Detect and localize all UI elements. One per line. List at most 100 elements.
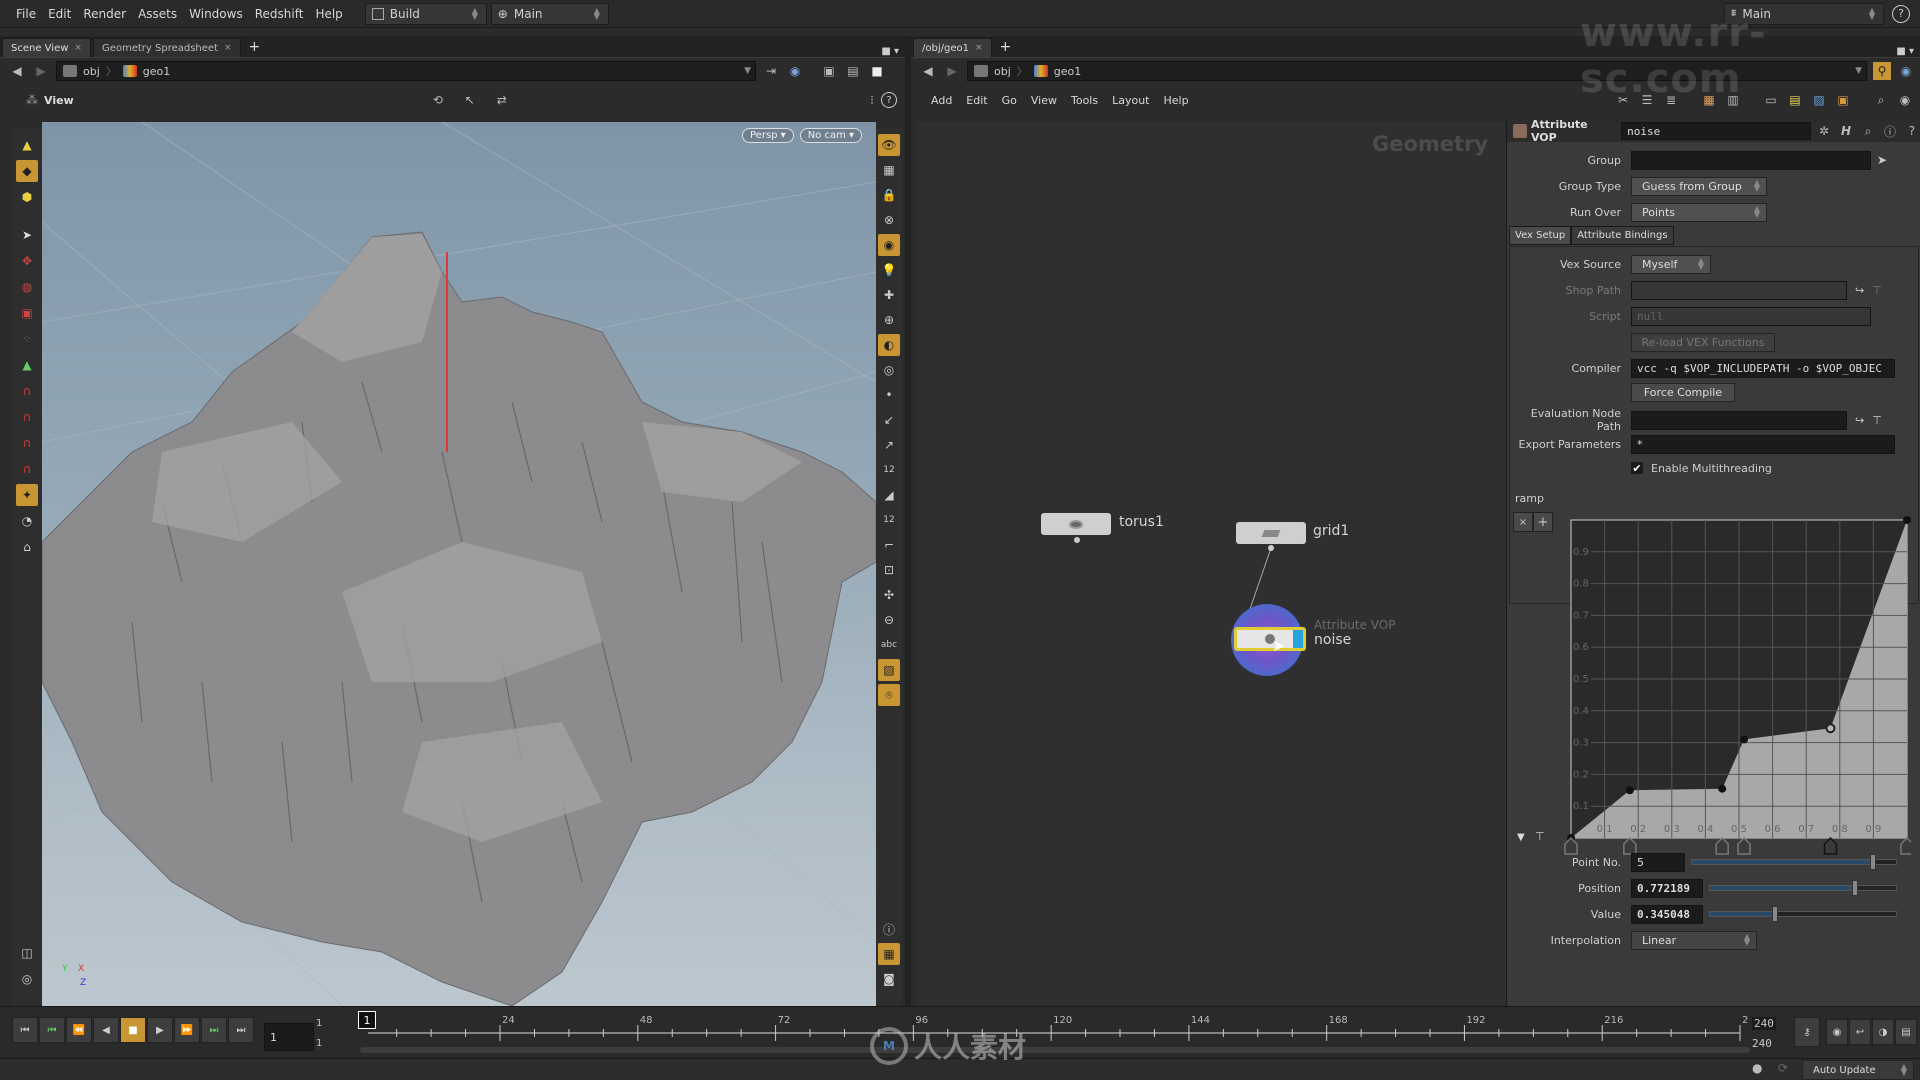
- grid1-output-dot[interactable]: [1268, 545, 1274, 551]
- pose-icon[interactable]: ⁘: [16, 328, 38, 350]
- tab-obj-geo1[interactable]: /obj/geo1 ×: [913, 38, 992, 57]
- network-box-icon[interactable]: ▭: [1762, 91, 1780, 109]
- point-numbers-icon[interactable]: 12: [878, 459, 900, 481]
- tab-scene-view[interactable]: Scene View ×: [2, 38, 91, 57]
- path-field[interactable]: obj 〉 geo1 ▼: [56, 61, 756, 81]
- next-key-icon[interactable]: ⏭: [201, 1017, 227, 1043]
- menu-help[interactable]: Help: [309, 7, 348, 21]
- menu-windows[interactable]: Windows: [183, 7, 249, 21]
- point-no-slider-handle[interactable]: [1870, 854, 1877, 870]
- torus1-output-dot[interactable]: [1074, 537, 1080, 543]
- breadcrumb-obj[interactable]: obj: [83, 65, 100, 78]
- rotate-icon[interactable]: ◍: [16, 276, 38, 298]
- jump-arrow-icon[interactable]: ↪: [1855, 284, 1864, 297]
- screenshot-icon[interactable]: ◙: [878, 968, 900, 990]
- origin-icon[interactable]: ✣: [878, 584, 900, 606]
- chevron-down-icon[interactable]: ▼: [744, 66, 751, 76]
- help-icon[interactable]: ?: [1903, 122, 1920, 140]
- menu-render[interactable]: Render: [77, 7, 132, 21]
- eval-node-path-field[interactable]: [1631, 410, 1847, 430]
- add-point-button[interactable]: +: [1533, 512, 1553, 532]
- dynamics-select-icon[interactable]: ⬢: [16, 186, 38, 208]
- value-slider-handle[interactable]: [1771, 906, 1778, 922]
- tab-attribute-bindings[interactable]: Attribute Bindings: [1571, 226, 1674, 245]
- lighting-icon[interactable]: ◉: [878, 234, 900, 256]
- range-end[interactable]: 240: [1752, 1017, 1776, 1030]
- breadcrumb-obj[interactable]: obj: [994, 65, 1011, 78]
- display-options-icon[interactable]: ⁝: [863, 91, 881, 109]
- range-end-global[interactable]: 240: [1752, 1037, 1772, 1050]
- camera-icon[interactable]: ◫: [16, 942, 38, 964]
- location-icon[interactable]: ⌾: [878, 684, 900, 706]
- network-menu-view[interactable]: View: [1025, 94, 1063, 107]
- close-icon[interactable]: ×: [74, 43, 82, 53]
- prim-normals-icon[interactable]: ◢: [878, 484, 900, 506]
- magnet-curve-icon[interactable]: ∩: [16, 406, 38, 428]
- remove-icon[interactable]: ⊗: [878, 209, 900, 231]
- menu-assets[interactable]: Assets: [132, 7, 183, 21]
- playbar-options-icon[interactable]: ▤: [1895, 1019, 1917, 1045]
- node-name-field[interactable]: noise: [1621, 122, 1812, 140]
- persp-menu[interactable]: Persp ▾: [742, 128, 794, 143]
- breadcrumb-geo1[interactable]: geo1: [1054, 65, 1081, 78]
- shape-palette-icon[interactable]: ▥: [1724, 91, 1742, 109]
- context-select[interactable]: ⊕ Main ▲ ▼: [490, 2, 609, 25]
- position-field[interactable]: 0.772189: [1631, 878, 1703, 898]
- pin-icon[interactable]: ⇥: [762, 62, 780, 80]
- select-arrow-icon[interactable]: ➤: [16, 224, 38, 246]
- chevron-down-icon[interactable]: ▼: [1855, 66, 1862, 76]
- remove-point-button[interactable]: ×: [1513, 512, 1533, 532]
- magnet-grid-icon[interactable]: ∩: [16, 380, 38, 402]
- menu-redshift[interactable]: Redshift: [249, 7, 310, 21]
- tab-vex-setup[interactable]: Vex Setup: [1509, 226, 1572, 245]
- right-context-select[interactable]: ⩩ Main ▲ ▼: [1724, 2, 1884, 25]
- point-normals-icon[interactable]: ↗: [878, 434, 900, 456]
- eye-icon[interactable]: ◉: [1896, 91, 1914, 109]
- search-icon[interactable]: ⌕: [1872, 91, 1890, 109]
- ramp-menu-icon[interactable]: ▼: [1517, 832, 1525, 843]
- pane-splitter[interactable]: [905, 36, 911, 1006]
- position-slider[interactable]: [1709, 880, 1897, 896]
- help-h-icon[interactable]: H: [1837, 122, 1855, 140]
- ramp-point[interactable]: [1625, 786, 1634, 795]
- help-icon[interactable]: ?: [881, 92, 897, 108]
- shop-path-field[interactable]: [1631, 280, 1847, 300]
- select-arrow-icon[interactable]: ↖: [461, 91, 479, 109]
- magnet-icon[interactable]: ∩: [16, 458, 38, 480]
- light-bulb-icon[interactable]: 💡: [878, 259, 900, 281]
- network-editor[interactable]: Geometry torus1 grid1 Attribute VOP nois…: [916, 122, 1506, 1006]
- back-arrow-icon[interactable]: ◀: [8, 62, 26, 80]
- background-image-icon[interactable]: ▨: [1810, 91, 1828, 109]
- subnet-box-icon[interactable]: ▣: [1834, 91, 1852, 109]
- normals-icon[interactable]: ↙: [878, 409, 900, 431]
- gear-icon[interactable]: ✲: [1815, 122, 1833, 140]
- frame-field[interactable]: 1: [264, 1023, 314, 1051]
- node-chooser-icon[interactable]: ⊤: [1872, 414, 1882, 427]
- list-icon[interactable]: ≣: [1662, 91, 1680, 109]
- info-icon[interactable]: ⓘ: [878, 918, 900, 940]
- env-light-icon[interactable]: ⊕: [878, 309, 900, 331]
- ramp-preset-icon[interactable]: ⊤: [1535, 830, 1545, 843]
- node-torus1[interactable]: [1041, 513, 1111, 535]
- add-tab-button[interactable]: +: [992, 38, 1020, 57]
- text-label-icon[interactable]: abc: [878, 634, 900, 656]
- shading-icon[interactable]: ◐: [878, 334, 900, 356]
- points-icon[interactable]: •: [878, 384, 900, 406]
- node-label-grid1[interactable]: grid1: [1313, 523, 1349, 539]
- add-tab-button[interactable]: +: [241, 38, 269, 57]
- node-noise[interactable]: [1234, 627, 1306, 651]
- point-no-slider[interactable]: [1691, 854, 1897, 870]
- back-arrow-icon[interactable]: ◀: [919, 62, 937, 80]
- menu-edit[interactable]: Edit: [42, 7, 77, 21]
- maximize-icon[interactable]: ■: [868, 62, 886, 80]
- help-icon[interactable]: ?: [1892, 4, 1910, 23]
- network-menu-edit[interactable]: Edit: [960, 94, 993, 107]
- color-palette-icon[interactable]: ▦: [1700, 91, 1718, 109]
- group-type-menu[interactable]: Guess from Group ▲ ▼: [1631, 176, 1767, 196]
- grid-display-icon[interactable]: ⊖: [878, 609, 900, 631]
- transform-icon[interactable]: ⇄: [493, 91, 511, 109]
- refresh-icon[interactable]: ⟳: [1778, 1061, 1788, 1075]
- jump-start-icon[interactable]: ⏮: [12, 1017, 38, 1043]
- play-icon[interactable]: ▶: [147, 1017, 173, 1043]
- move-icon[interactable]: ✥: [16, 250, 38, 272]
